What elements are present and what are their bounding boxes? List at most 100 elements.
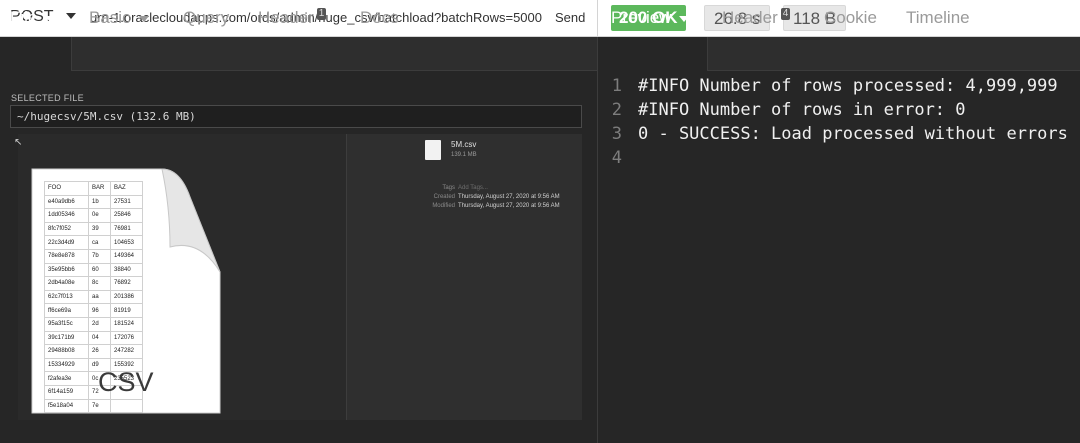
table-row: 39c171b9 04 172076 <box>44 330 143 346</box>
table-row: 95a3f15c 2d 181524 <box>44 316 143 332</box>
table-cell: 25846 <box>110 208 143 223</box>
chevron-down-icon <box>679 15 690 22</box>
send-button[interactable]: Send <box>555 10 585 25</box>
table-cell: 8fc7f052 <box>44 221 89 237</box>
tags-row: Tags Add Tags... <box>427 185 488 191</box>
chevron-down-icon <box>138 15 149 22</box>
table-cell: 04 <box>88 330 111 346</box>
table-cell: 104653 <box>110 235 143 250</box>
table-cell: 62c7f013 <box>44 289 89 305</box>
tab-label: Header <box>258 8 314 27</box>
table-cell: 96 <box>88 303 111 318</box>
modified-row: Modified Thursday, August 27, 2020 at 9:5… <box>427 203 560 209</box>
table-cell: 81919 <box>110 303 143 318</box>
tab-label: Header <box>722 8 778 27</box>
table-cell: 15334929 <box>44 357 89 373</box>
tab-label: Basic <box>89 8 131 27</box>
line-text: #INFO Number of rows processed: 4,999,99… <box>638 76 1058 96</box>
tab-label: Preview <box>611 8 672 27</box>
created-row: Created Thursday, August 27, 2020 at 9:56… <box>427 194 560 200</box>
table-row: 78e8e878 7b 149364 <box>44 248 143 264</box>
table-row: f5e18a04 7e <box>44 398 143 414</box>
table-cell: f5e18a04 <box>44 398 89 414</box>
line-number: 2 <box>611 100 622 120</box>
tab-cookie[interactable]: Cookie <box>824 8 877 28</box>
table-cell: BAZ <box>110 181 143 196</box>
tags-input[interactable]: Add Tags... <box>458 185 488 191</box>
line-number: 1 <box>611 76 622 96</box>
tab-label: Cookie <box>824 8 877 27</box>
table-cell: 247282 <box>110 344 143 359</box>
response-preview: 1 #INFO Number of rows processed: 4,999,9… <box>598 71 1080 443</box>
tab-header[interactable]: Header 1 <box>258 8 327 28</box>
table-cell: 38840 <box>110 262 143 278</box>
tab-docs[interactable]: Docs <box>360 8 399 28</box>
selected-file-label: SELECTED FILE <box>11 93 84 103</box>
tab-preview[interactable]: Preview <box>611 8 690 28</box>
table-row: 1dd05346 0e 25846 <box>44 208 143 223</box>
tab-label: File <box>10 8 38 27</box>
table-row: FOO BAR BAZ <box>44 181 143 196</box>
table-cell: 60 <box>88 262 111 278</box>
line-number: 3 <box>611 124 622 144</box>
table-cell: 2d <box>88 316 111 332</box>
meta-key: Created <box>433 194 455 200</box>
tab-response-header[interactable]: Header 4 <box>722 8 791 28</box>
table-cell: ca <box>88 235 111 250</box>
table-cell: 149364 <box>110 248 143 264</box>
table-cell: 26 <box>88 344 111 359</box>
table-cell: 35e95bb6 <box>44 262 89 278</box>
table-cell: e40a9db6 <box>44 194 89 210</box>
table-cell: 0e <box>88 208 111 223</box>
table-cell: 95a3f15c <box>44 316 89 332</box>
table-row: 2db4a08e 8c 76892 <box>44 276 143 291</box>
active-tab-background <box>0 37 72 71</box>
table-cell: ff6ce69a <box>44 303 89 318</box>
file-name: 5M.csv <box>451 140 477 149</box>
meta-key: Modified <box>432 203 455 209</box>
selected-file-field[interactable]: ~/hugecsv/5M.csv (132.6 MB) <box>10 105 582 128</box>
table-cell: aa <box>88 289 111 305</box>
table-cell: 2db4a08e <box>44 276 89 291</box>
table-cell: f2afea3e <box>44 371 89 386</box>
meta-key: Tags <box>442 185 455 191</box>
tab-timeline[interactable]: Timeline <box>906 8 970 28</box>
meta-value: Thursday, August 27, 2020 at 9:56 AM <box>458 194 560 200</box>
table-cell: BAR <box>88 181 111 196</box>
csv-file-type-label: CSV <box>98 367 154 397</box>
chevron-down-icon <box>45 15 56 22</box>
pointer-cursor-icon: ↖ <box>14 137 23 148</box>
table-cell: FOO <box>44 181 89 196</box>
tab-label: Query <box>183 8 230 27</box>
line-text: 0 - SUCCESS: Load processed without erro… <box>638 124 1068 144</box>
table-cell <box>110 398 143 414</box>
tab-label: Docs <box>360 8 399 27</box>
table-row: 62c7f013 aa 201386 <box>44 289 143 305</box>
file-preview: FOO BAR BAZ e40a9db6 1b 27531 1dd05346 0e 25846 8… <box>18 134 582 420</box>
tab-query[interactable]: Query <box>183 8 229 28</box>
topbar-divider <box>597 0 598 37</box>
table-cell: 181524 <box>110 316 143 332</box>
table-cell: 8c <box>88 276 111 291</box>
table-cell: 22c3d4d9 <box>44 235 89 250</box>
table-cell: 76981 <box>110 221 143 237</box>
table-row: 29488b08 26 247282 <box>44 344 143 359</box>
line-number: 4 <box>611 148 622 168</box>
file-icon <box>425 140 441 160</box>
table-cell: 172076 <box>110 330 143 346</box>
file-size: 139.1 MB <box>451 152 477 158</box>
tab-file[interactable]: File <box>10 8 56 28</box>
chevron-down-icon[interactable] <box>66 13 76 19</box>
header-count-badge: 1 <box>316 8 327 20</box>
table-row: 35e95bb6 60 38840 <box>44 262 143 278</box>
table-cell: 7b <box>88 248 111 264</box>
table-cell: 76892 <box>110 276 143 291</box>
header-count-badge: 4 <box>780 8 791 20</box>
request-tabs <box>0 37 597 71</box>
table-cell: 201386 <box>110 289 143 305</box>
file-panel: SELECTED FILE ~/hugecsv/5M.csv (132.6 MB… <box>0 71 597 443</box>
tab-basic[interactable]: Basic <box>89 8 149 28</box>
table-row: ff6ce69a 96 81919 <box>44 303 143 318</box>
meta-value: Thursday, August 27, 2020 at 9:56 AM <box>458 203 560 209</box>
table-row: 22c3d4d9 ca 104653 <box>44 235 143 250</box>
